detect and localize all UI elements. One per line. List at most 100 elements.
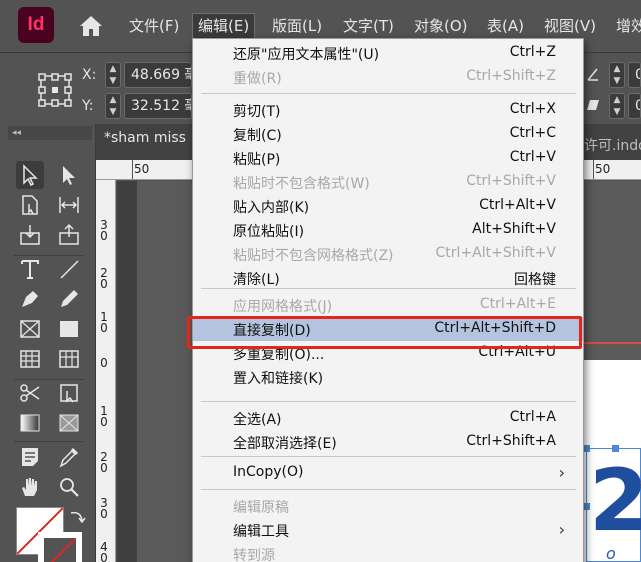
menu-item-shortcut: 回格键: [514, 272, 556, 288]
note-tool-icon[interactable]: [16, 443, 44, 471]
menu-item[interactable]: 全部取消选择(E) Ctrl+Shift+A: [193, 430, 583, 454]
stroke-swatch[interactable]: [38, 532, 82, 562]
menu-item: 转到源: [193, 542, 583, 562]
menu-item-shortcut: Ctrl+C: [509, 125, 556, 141]
y-label: Y:: [82, 98, 94, 114]
rotate-angle-icon: [587, 68, 598, 81]
ruler-label: 50: [595, 162, 611, 176]
edit-menu-dropdown: 还原"应用文本属性"(U) Ctrl+Z 重做(R) Ctrl+Shift+Z 剪切(T…: [192, 38, 584, 562]
menu-plugins[interactable]: 增效: [616, 15, 641, 37]
menu-separator: [201, 489, 576, 490]
menu-item-label: 原位粘贴(I): [233, 224, 305, 240]
gap-tool-icon[interactable]: [55, 191, 83, 219]
menu-item-label: 粘贴时不包含格式(W): [233, 176, 370, 192]
menu-item[interactable]: 还原"应用文本属性"(U) Ctrl+Z: [193, 41, 583, 65]
menu-item-shortcut: Ctrl+Shift+A: [466, 433, 556, 449]
x-field[interactable]: 48.669 毫: [124, 62, 192, 88]
y-stepper[interactable]: ▲ ▼: [105, 93, 121, 119]
menu-item[interactable]: InCopy(O) ›: [193, 461, 583, 485]
tools-panel: ◂◂: [0, 124, 96, 562]
content-collector-icon[interactable]: [16, 221, 44, 249]
rectangle-frame-tool-icon[interactable]: [16, 315, 44, 343]
page-tool-icon[interactable]: [16, 191, 44, 219]
ruler-label: 10: [100, 310, 108, 335]
rotate-stepper[interactable]: ▲ ▼: [609, 62, 625, 88]
shear-angle-icon: [587, 100, 599, 110]
menu-item-label: 全选(A): [233, 412, 282, 428]
vertical-ruler[interactable]: 30 20 10 0 10 20 30 40: [96, 180, 116, 562]
tools-panel-header[interactable]: ◂◂: [8, 126, 92, 140]
menu-item: 粘贴时不包含网格格式(Z) Ctrl+Alt+Shift+V: [193, 242, 583, 266]
pasteboard: [117, 181, 137, 562]
menu-separator: [201, 401, 576, 402]
pen-tool-icon[interactable]: [16, 285, 44, 313]
menu-file[interactable]: 文件(F): [129, 15, 179, 37]
menu-item-label: 重做(R): [233, 71, 282, 87]
menu-item[interactable]: 全选(A) Ctrl+A: [193, 406, 583, 430]
menu-item-shortcut: Ctrl+Alt+V: [479, 197, 556, 213]
x-stepper[interactable]: ▲ ▼: [105, 62, 121, 88]
menu-item[interactable]: 清除(L) 回格键: [193, 266, 583, 290]
menu-view[interactable]: 视图(V): [544, 15, 596, 37]
menu-item-label: 编辑原稿: [233, 500, 289, 516]
menu-item-shortcut: Ctrl+Shift+V: [466, 173, 556, 189]
menu-layout[interactable]: 版面(L): [272, 15, 322, 37]
hand-tool-icon[interactable]: [16, 473, 44, 501]
menu-item[interactable]: 复制(C) Ctrl+C: [193, 122, 583, 146]
rotate-field[interactable]: 0: [628, 62, 641, 88]
scissors-tool-icon[interactable]: [16, 379, 44, 407]
menu-item-label: 剪切(T): [233, 104, 281, 120]
menu-item-label: 复制(C): [233, 128, 282, 144]
gradient-swatch-tool-icon[interactable]: [16, 409, 44, 437]
content-placer-icon[interactable]: [55, 221, 83, 249]
page-glyph: 2: [589, 451, 641, 551]
direct-selection-tool-icon[interactable]: [55, 161, 83, 189]
menu-item[interactable]: 编辑工具 ›: [193, 518, 583, 542]
app-logo: Id: [18, 7, 54, 43]
menu-type[interactable]: 文字(T): [343, 15, 394, 37]
menu-table[interactable]: 表(A): [487, 15, 524, 37]
ruler-label: 0: [100, 356, 108, 370]
vertical-grid-tool-icon[interactable]: [55, 345, 83, 373]
menu-item-shortcut: Ctrl+V: [509, 149, 556, 165]
type-tool-icon[interactable]: [16, 255, 44, 283]
submenu-arrow-icon: ›: [558, 520, 565, 539]
shear-field[interactable]: 0: [628, 93, 641, 119]
horizontal-grid-tool-icon[interactable]: [16, 345, 44, 373]
menu-item-shortcut: Alt+Shift+V: [472, 221, 556, 237]
menu-item-shortcut: Ctrl+Z: [509, 44, 556, 60]
swap-fill-stroke-icon[interactable]: [66, 507, 88, 529]
zoom-tool-icon[interactable]: [55, 473, 83, 501]
menu-item-label: 编辑工具: [233, 524, 289, 540]
rectangle-tool-icon[interactable]: [55, 315, 83, 343]
home-icon[interactable]: [78, 14, 104, 38]
menu-item-shortcut: Ctrl+Alt+Shift+V: [435, 245, 556, 261]
shear-stepper[interactable]: ▲ ▼: [609, 93, 625, 119]
free-transform-tool-icon[interactable]: [55, 379, 83, 407]
menu-separator: [201, 456, 576, 457]
tools-divider: [14, 441, 84, 442]
reference-point-icon[interactable]: [38, 73, 72, 107]
eyedropper-tool-icon[interactable]: [55, 443, 83, 471]
menu-item[interactable]: 剪切(T) Ctrl+X: [193, 98, 583, 122]
menu-item[interactable]: 粘贴(P) Ctrl+V: [193, 146, 583, 170]
menu-item[interactable]: 原位粘贴(I) Alt+Shift+V: [193, 218, 583, 242]
gradient-feather-tool-icon[interactable]: [55, 409, 83, 437]
document-tab-secondary[interactable]: 许可.indd: [584, 135, 641, 155]
selection-tool-icon[interactable]: [16, 161, 44, 189]
app-logo-text: Id: [27, 14, 45, 35]
menu-edit[interactable]: 编辑(E): [192, 13, 256, 39]
menu-item[interactable]: 贴入内部(K) Ctrl+Alt+V: [193, 194, 583, 218]
menu-item-label: 置入和链接(K): [233, 371, 324, 387]
menu-item: 重做(R) Ctrl+Shift+Z: [193, 65, 583, 89]
ruler-label: 10: [100, 404, 108, 429]
menu-item-label: 还原"应用文本属性"(U): [233, 47, 380, 63]
ruler-label: 40: [100, 540, 108, 562]
line-tool-icon[interactable]: [55, 255, 83, 283]
menu-item: 编辑原稿: [193, 494, 583, 518]
menu-object[interactable]: 对象(O): [414, 15, 468, 37]
document-tab[interactable]: *sham miss: [104, 130, 186, 146]
y-field[interactable]: 32.512 毫: [124, 93, 192, 119]
menu-item[interactable]: 置入和链接(K): [193, 365, 583, 389]
pencil-tool-icon[interactable]: [55, 285, 83, 313]
